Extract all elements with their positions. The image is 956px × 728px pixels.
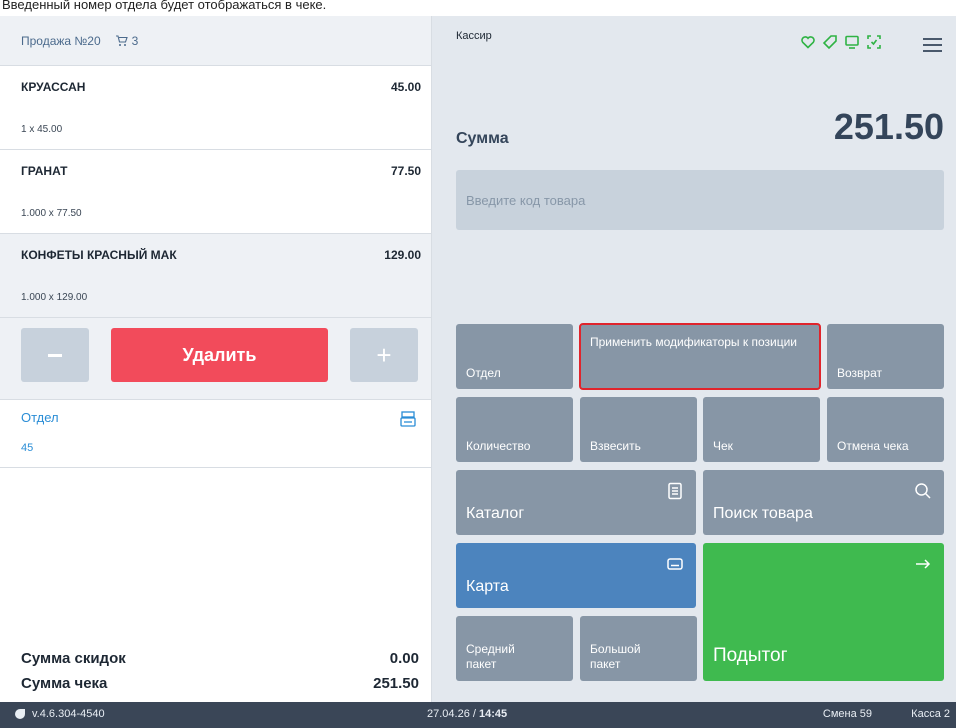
line-item-selected[interactable]: КОНФЕТЫ КРАСНЫЙ МАК 129.00 1.000 x 129.0…	[0, 234, 431, 318]
minus-icon	[48, 353, 62, 357]
delete-button[interactable]: Удалить	[111, 328, 328, 382]
arrow-right-icon	[916, 559, 931, 569]
line-item-qty: 1 x 45.00	[21, 124, 63, 135]
status-bar: v.4.6.304-4540 27.04.26 / 14:45 Смена 59…	[0, 702, 956, 728]
subtotal-button-label: Подытог	[713, 645, 788, 666]
department-label: Отдел	[21, 410, 59, 425]
return-button-label: Возврат	[837, 366, 882, 380]
return-button[interactable]: Возврат	[827, 324, 944, 389]
receipt-button-label: Чек	[713, 439, 733, 453]
register-panel: Кассир Сумма 251.50 Отдел Применить моди…	[432, 16, 956, 702]
cancel-receipt-button[interactable]: Отмена чека	[827, 397, 944, 462]
quantity-button-label: Количество	[466, 439, 531, 453]
scan-icon[interactable]	[866, 34, 882, 50]
increase-button[interactable]: +	[350, 328, 418, 382]
product-search-label: Поиск товара	[713, 505, 813, 522]
quantity-button[interactable]: Количество	[456, 397, 573, 462]
monitor-icon[interactable]	[844, 34, 860, 50]
totals: Сумма скидок 0.00 Сумма чека 251.50	[0, 642, 431, 702]
item-controls: Удалить +	[0, 318, 431, 400]
sale-title: Продажа №20	[21, 33, 101, 48]
date-text: 27.04.26 /	[427, 708, 479, 720]
caption-text: Введенный номер отдела будет отображатьс…	[2, 0, 327, 12]
date-time: 27.04.26 / 14:45	[427, 708, 507, 720]
discount-row: Сумма скидок 0.00	[21, 650, 419, 667]
decrease-button[interactable]	[21, 328, 89, 382]
weigh-button-label: Взвесить	[590, 439, 641, 453]
menu-icon[interactable]	[923, 38, 942, 52]
department-field[interactable]: Отдел 45	[0, 400, 431, 468]
medium-bag-label: Средний пакет	[466, 642, 515, 671]
shift-number: Смена 59	[822, 708, 872, 720]
department-button[interactable]: Отдел	[456, 324, 573, 389]
apply-modifiers-button[interactable]: Применить модификаторы к позиции	[579, 323, 821, 390]
total-value: 251.50	[373, 675, 419, 692]
app-logo-icon	[15, 709, 25, 719]
subtotal-button[interactable]: Подытог	[703, 543, 944, 681]
card-button-label: Карта	[466, 578, 509, 595]
line-item[interactable]: ГРАНАТ 77.50 1.000 x 77.50	[0, 150, 431, 234]
time-text: 14:45	[479, 708, 508, 720]
discount-label: Сумма скидок	[21, 650, 126, 667]
total-label: Сумма чека	[21, 675, 108, 692]
sale-panel: Продажа №20 3 КРУАССАН 45.00 1 x 45.00 Г…	[0, 16, 432, 702]
apply-modifiers-label: Применить модификаторы к позиции	[590, 335, 797, 349]
cancel-receipt-label: Отмена чека	[837, 439, 909, 453]
product-code-input[interactable]	[456, 170, 944, 230]
sum-value: 251.50	[833, 106, 944, 147]
line-item-qty: 1.000 x 77.50	[21, 208, 82, 219]
search-icon	[915, 483, 931, 499]
product-search-button[interactable]: Поиск товара	[703, 470, 944, 535]
line-item-qty: 1.000 x 129.00	[21, 292, 88, 303]
pos-screen: Продажа №20 3 КРУАССАН 45.00 1 x 45.00 Г…	[0, 16, 956, 728]
cart-icon	[115, 34, 128, 46]
catalog-button[interactable]: Каталог	[456, 470, 696, 535]
large-bag-label: Большой пакет	[590, 642, 641, 671]
total-row: Сумма чека 251.50	[21, 675, 419, 692]
line-item-name: ГРАНАТ	[21, 164, 68, 178]
department-value: 45	[21, 442, 34, 454]
card-button[interactable]: Карта	[456, 543, 696, 608]
catalog-button-label: Каталог	[466, 505, 525, 522]
line-item-name: КРУАССАН	[21, 80, 86, 94]
cashier-label: Кассир	[456, 30, 492, 42]
top-icons	[800, 34, 882, 50]
department-button-label: Отдел	[466, 366, 501, 380]
version-info: v.4.6.304-4540	[14, 708, 105, 720]
heart-icon[interactable]	[800, 34, 816, 50]
line-item-price: 45.00	[390, 80, 421, 94]
line-item[interactable]: КРУАССАН 45.00 1 x 45.00	[0, 66, 431, 150]
line-item-price: 129.00	[384, 248, 421, 262]
sum-label: Сумма	[456, 130, 509, 147]
line-item-name: КОНФЕТЫ КРАСНЫЙ МАК	[21, 248, 177, 262]
register-number: Касса 2	[911, 708, 950, 720]
receipt-button[interactable]: Чек	[703, 397, 820, 462]
cart-counter: 3	[115, 33, 139, 48]
cart-count: 3	[131, 33, 139, 48]
card-icon	[667, 558, 683, 570]
catalog-icon	[668, 482, 682, 500]
line-item-price: 77.50	[390, 164, 421, 178]
weigh-button[interactable]: Взвесить	[580, 397, 697, 462]
sale-header: Продажа №20 3	[0, 16, 431, 66]
register-icon[interactable]	[399, 410, 417, 428]
large-bag-button[interactable]: Большой пакет	[580, 616, 697, 681]
tag-icon[interactable]	[822, 34, 838, 50]
medium-bag-button[interactable]: Средний пакет	[456, 616, 573, 681]
discount-value: 0.00	[389, 650, 419, 667]
version-text: v.4.6.304-4540	[32, 708, 105, 720]
